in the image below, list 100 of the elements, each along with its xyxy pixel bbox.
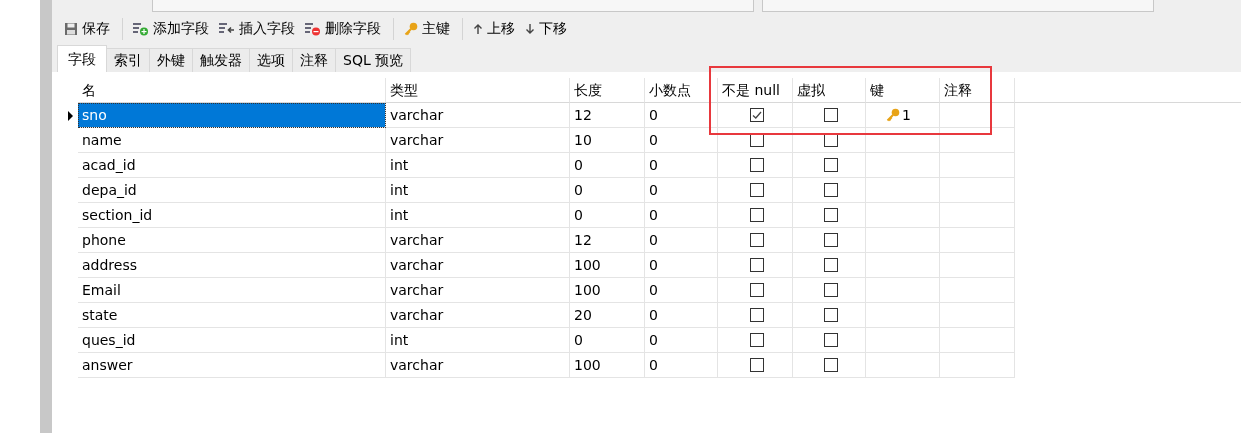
table-cell[interactable]: name <box>78 128 386 153</box>
table-cell[interactable]: 10 <box>570 128 645 153</box>
column-header[interactable]: 小数点 <box>645 78 718 103</box>
table-cell[interactable] <box>866 353 940 378</box>
table-cell[interactable] <box>866 128 940 153</box>
table-cell[interactable]: varchar <box>386 303 570 328</box>
table-cell[interactable]: varchar <box>386 103 570 128</box>
table-cell[interactable] <box>940 278 1015 303</box>
checkbox[interactable] <box>824 108 838 122</box>
table-cell[interactable]: sno <box>78 103 386 128</box>
table-cell[interactable]: 0 <box>570 153 645 178</box>
checkbox[interactable] <box>824 208 838 222</box>
table-cell[interactable]: varchar <box>386 278 570 303</box>
table-cell[interactable] <box>866 203 940 228</box>
table-cell[interactable]: 0 <box>570 203 645 228</box>
table-cell[interactable]: int <box>386 203 570 228</box>
toolbar-button[interactable]: 添加字段 <box>129 18 213 40</box>
toolbar-button[interactable]: 保存 <box>60 18 114 40</box>
table-cell[interactable] <box>866 178 940 203</box>
table-cell[interactable]: 0 <box>645 253 718 278</box>
checkbox[interactable] <box>824 358 838 372</box>
table-cell[interactable]: section_id <box>78 203 386 228</box>
table-cell[interactable]: 0 <box>645 278 718 303</box>
table-cell[interactable]: phone <box>78 228 386 253</box>
table-cell[interactable] <box>940 103 1015 128</box>
checkbox[interactable] <box>824 283 838 297</box>
table-cell[interactable]: 0 <box>645 353 718 378</box>
toolbar-button[interactable]: 下移 <box>521 18 571 40</box>
table-cell[interactable] <box>866 303 940 328</box>
table-cell[interactable]: 0 <box>645 228 718 253</box>
table-cell[interactable]: ques_id <box>78 328 386 353</box>
checkbox[interactable] <box>824 158 838 172</box>
table-cell[interactable]: varchar <box>386 353 570 378</box>
table-cell[interactable]: 0 <box>645 203 718 228</box>
checkbox[interactable] <box>750 258 764 272</box>
table-cell[interactable] <box>940 328 1015 353</box>
checkbox[interactable] <box>750 208 764 222</box>
tab[interactable]: 字段 <box>57 45 107 72</box>
table-cell[interactable] <box>940 128 1015 153</box>
toolbar-button[interactable]: 插入字段 <box>215 18 299 40</box>
table-cell[interactable]: 20 <box>570 303 645 328</box>
table-cell[interactable]: int <box>386 178 570 203</box>
table-cell[interactable]: 0 <box>645 103 718 128</box>
table-cell[interactable]: 0 <box>645 153 718 178</box>
checkbox[interactable] <box>824 183 838 197</box>
table-cell[interactable] <box>866 153 940 178</box>
column-header[interactable]: 类型 <box>386 78 570 103</box>
table-cell[interactable]: int <box>386 328 570 353</box>
toolbar-button[interactable]: 上移 <box>469 18 519 40</box>
checkbox[interactable] <box>750 308 764 322</box>
table-cell[interactable]: 12 <box>570 228 645 253</box>
table-cell[interactable] <box>940 228 1015 253</box>
table-cell[interactable] <box>940 153 1015 178</box>
table-cell[interactable] <box>940 303 1015 328</box>
checkbox[interactable] <box>750 108 764 122</box>
checkbox[interactable] <box>750 333 764 347</box>
checkbox[interactable] <box>750 358 764 372</box>
table-cell[interactable]: address <box>78 253 386 278</box>
table-cell[interactable]: varchar <box>386 228 570 253</box>
checkbox[interactable] <box>750 158 764 172</box>
table-cell[interactable]: depa_id <box>78 178 386 203</box>
table-cell[interactable] <box>866 328 940 353</box>
table-cell[interactable]: 0 <box>645 128 718 153</box>
tab[interactable]: SQL 预览 <box>335 48 412 72</box>
toolbar-button[interactable]: 主键 <box>400 18 454 40</box>
checkbox[interactable] <box>824 333 838 347</box>
checkbox[interactable] <box>750 183 764 197</box>
table-cell[interactable] <box>866 278 940 303</box>
table-cell[interactable]: 0 <box>645 328 718 353</box>
table-cell[interactable]: acad_id <box>78 153 386 178</box>
table-cell[interactable]: 100 <box>570 353 645 378</box>
table-cell[interactable] <box>940 203 1015 228</box>
table-cell[interactable]: 12 <box>570 103 645 128</box>
column-header[interactable]: 注释 <box>940 78 1015 103</box>
table-cell[interactable]: varchar <box>386 253 570 278</box>
checkbox[interactable] <box>750 233 764 247</box>
table-cell[interactable]: varchar <box>386 128 570 153</box>
table-cell[interactable] <box>940 353 1015 378</box>
table-cell[interactable]: 0 <box>570 328 645 353</box>
table-cell[interactable]: Email <box>78 278 386 303</box>
column-header[interactable]: 不是 null <box>718 78 793 103</box>
table-cell[interactable]: 100 <box>570 253 645 278</box>
table-cell[interactable]: int <box>386 153 570 178</box>
table-cell[interactable]: 0 <box>645 178 718 203</box>
table-cell[interactable]: 0 <box>645 303 718 328</box>
table-cell[interactable] <box>940 253 1015 278</box>
table-cell[interactable] <box>866 253 940 278</box>
table-cell[interactable]: answer <box>78 353 386 378</box>
column-header[interactable]: 键 <box>866 78 940 103</box>
checkbox[interactable] <box>824 308 838 322</box>
table-cell[interactable]: state <box>78 303 386 328</box>
table-cell[interactable] <box>866 228 940 253</box>
checkbox[interactable] <box>824 258 838 272</box>
checkbox[interactable] <box>750 283 764 297</box>
toolbar-button[interactable]: 删除字段 <box>301 18 385 40</box>
table-cell[interactable] <box>940 178 1015 203</box>
table-cell[interactable]: 0 <box>570 178 645 203</box>
checkbox[interactable] <box>824 233 838 247</box>
table-cell[interactable]: 100 <box>570 278 645 303</box>
column-header[interactable]: 长度 <box>570 78 645 103</box>
